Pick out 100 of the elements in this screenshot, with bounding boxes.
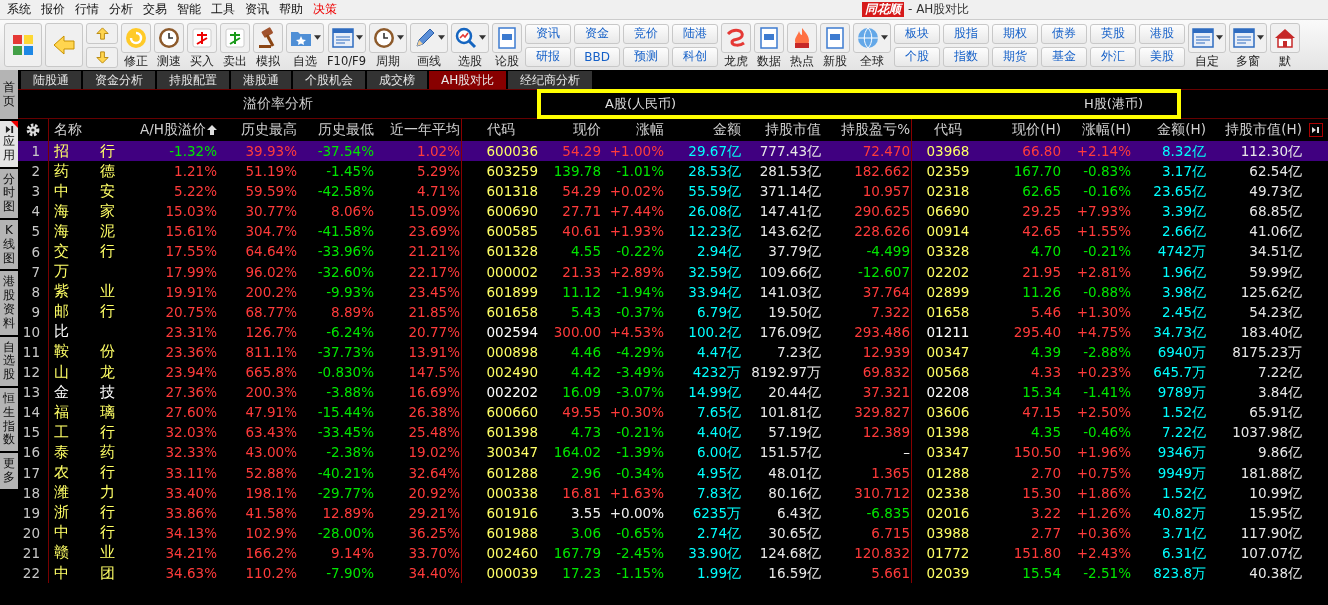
up-arrow-button[interactable] [86, 22, 118, 44]
table-row[interactable]: 14 福 璃 27.60% 47.91% -15.44% 26.38% 600660 49.55 +0.30% 7.65亿 101.81亿 329.827 03606 47.15 +2.50% 1.52亿 65.91亿 [18, 402, 1328, 423]
toolbar-text-button[interactable]: 板块 [894, 23, 941, 44]
table-cell-text: 02899 [925, 282, 971, 302]
toolbar-text-button[interactable]: 债券 [1041, 23, 1088, 44]
toolbar-text-button[interactable]: 基金 [1041, 46, 1088, 67]
row-number: 7 [30, 263, 41, 280]
table-row[interactable]: 20 中 行 34.13% 102.9% -28.00% 36.25% 601988 3.06 -0.65% 2.74亿 30.65亿 6.715 03988 2.77 +0.36% 3.71亿 117.90亿 [18, 522, 1328, 543]
column-header[interactable]: 金额 [665, 119, 742, 141]
table-row[interactable]: 16 泰 药 32.33% 43.00% -2.38% 19.02% 300347 164.02 -1.39% 6.00亿 151.57亿 – 03347 150.50 +1.96% 9346万 9.86亿 [18, 442, 1328, 463]
side-tab[interactable]: K线图 [0, 220, 18, 270]
column-header[interactable]: 现价 [540, 119, 602, 141]
table-cell-text: 00568 [925, 363, 971, 383]
tab[interactable]: 个股机会 [293, 71, 365, 89]
window-icon [330, 25, 355, 50]
toolbar-text-button[interactable]: 科创 [672, 46, 719, 67]
tab[interactable]: 经纪商分析 [508, 71, 593, 89]
table-row[interactable]: 15 工 行 32.03% 63.43% -33.45% 25.48% 601398 4.73 -0.21% 4.40亿 57.19亿 12.389 01398 4.35 -0.46% 7.22亿 1037.98亿 [18, 422, 1328, 443]
column-header[interactable]: 历史最低 [298, 119, 375, 141]
column-header[interactable]: A/H股溢价 [135, 119, 218, 141]
side-tab[interactable]: 自选股 [0, 336, 18, 386]
toolbar-text-button[interactable]: 陆港 [672, 23, 719, 44]
menu-item[interactable]: 决策 [310, 1, 344, 18]
column-header[interactable]: 持股市值(H) [1207, 119, 1303, 141]
toolbar-button[interactable] [4, 23, 42, 67]
table-row[interactable]: 11 鞍 份 23.36% 811.1% -37.73% 13.91% 000898 4.46 -4.29% 4.47亿 7.23亿 12.939 00347 4.39 -2.88% 6940万 8175.23万 [18, 341, 1328, 363]
menu-item[interactable]: 资讯 [242, 1, 276, 18]
toolbar-text-button[interactable]: 预测 [623, 46, 670, 67]
table-row[interactable]: 6 交 行 17.55% 64.64% -33.96% 21.21% 601328 4.55 -0.22% 2.94亿 37.79亿 -4.499 03328 4.70 -0.21% 4742万 34.51亿 [18, 241, 1328, 262]
menu-item[interactable]: 报价 [38, 1, 72, 18]
toolbar-text-button[interactable]: 期货 [992, 46, 1039, 67]
column-header[interactable]: 现价(H) [985, 119, 1062, 141]
toolbar-text-button[interactable]: 外汇 [1090, 46, 1137, 67]
side-tab[interactable]: 分时图 [0, 168, 18, 218]
column-header[interactable]: 代码 [912, 119, 985, 141]
tab[interactable]: AH股对比 [429, 71, 507, 89]
tab[interactable]: 资金分析 [83, 71, 155, 89]
tab[interactable]: 持股配置 [157, 71, 229, 89]
menu-item[interactable]: 系统 [4, 1, 38, 18]
toolbar-text-button[interactable]: 研报 [525, 46, 572, 67]
side-tab[interactable]: 首页 [0, 70, 18, 119]
column-header[interactable]: 持股市值 [742, 119, 822, 141]
table-row[interactable]: 8 紫 业 19.91% 200.2% -9.93% 23.45% 601899 11.12 -1.94% 33.94亿 141.03亿 37.764 02899 11.26 -0.88% 3.98亿 125.62亿 [18, 281, 1328, 302]
table-row[interactable]: 9 邮 行 20.75% 68.77% 8.89% 21.85% 601658 5.43 -0.37% 6.79亿 19.50亿 7.322 01658 5.46 +1.30% 2.45亿 54.23亿 [18, 301, 1328, 322]
column-header[interactable]: 涨幅 [602, 119, 665, 141]
menu-item[interactable]: 工具 [208, 1, 242, 18]
tab[interactable]: 港股通 [231, 71, 291, 89]
table-cell-text: 23.36% [164, 342, 218, 362]
table-cell-text: 200.3% [244, 383, 298, 403]
table-cell: 29.21% [375, 502, 462, 523]
menu-item[interactable]: 交易 [140, 1, 174, 18]
side-tab[interactable]: 恒生指数 [0, 387, 18, 452]
table-row[interactable]: 10 比 23.31% 126.7% -6.24% 20.77% 002594 300.00 +4.53% 100.2亿 176.09亿 293.486 01211 295.40 +4.75% 34.73亿 183.40亿 [18, 321, 1328, 342]
toolbar-text-button[interactable]: BBD [574, 46, 621, 67]
menu-item[interactable]: 分析 [106, 1, 140, 18]
table-row[interactable]: 19 浙 行 33.86% 41.58% 12.89% 29.21% 601916 3.55 +0.00% 6235万 6.43亿 -6.835 02016 3.22 +1.26% 40.82万 15.95亿 [18, 502, 1328, 523]
down-arrow-button[interactable] [86, 46, 118, 68]
toolbar-text-button[interactable]: 资金 [574, 23, 621, 44]
side-tab[interactable]: 港股资料 [0, 271, 18, 335]
table-cell-text: -37.54% [316, 142, 375, 161]
column-header[interactable]: 代码 [462, 119, 540, 141]
group-label: H股(港币) [1084, 95, 1143, 113]
column-header[interactable]: 历史最高 [218, 119, 298, 141]
side-tab[interactable]: 应用 [0, 121, 18, 167]
column-header[interactable]: 涨幅(H) [1062, 119, 1132, 141]
tab[interactable]: 陆股通 [21, 71, 81, 89]
table-cell-text: 9949万 [1156, 463, 1207, 483]
toolbar-text-button[interactable]: 港股 [1139, 23, 1186, 44]
table-row[interactable]: 2 药 德 1.21% 51.19% -1.45% 5.29% 603259 139.78 -1.01% 28.53亿 281.53亿 182.662 02359 167.70 -0.83% 3.17亿 62.54亿 [18, 161, 1328, 182]
table-row[interactable]: 12 山 龙 23.94% 665.8% -0.830% 147.5% 002490 4.42 -3.49% 4232万 8192.97万 69.832 00568 4.33 +0.23% 645.7万 7.22亿 [18, 362, 1328, 383]
toolbar-text-button[interactable]: 资讯 [525, 23, 572, 44]
scroll-right-icon[interactable] [1308, 123, 1323, 137]
column-header[interactable]: 金额(H) [1132, 119, 1207, 141]
table-row[interactable]: 7 万 17.99% 96.02% -32.60% 22.17% 000002 21.33 +2.89% 32.59亿 109.66亿 -12.607 02202 21.95 +2.81% 1.96亿 59.99亿 [18, 261, 1328, 282]
tab[interactable]: 成交榜 [367, 71, 427, 89]
table-row[interactable]: 17 农 行 33.11% 52.88% -40.21% 32.64% 601288 2.96 -0.34% 4.95亿 48.01亿 1.365 01288 2.70 +0.75% 9949万 181.88亿 [18, 462, 1328, 483]
table-cell-text: 823.8万 [1152, 563, 1207, 583]
toolbar-text-button[interactable]: 美股 [1139, 46, 1186, 67]
toolbar-text-button[interactable]: 竞价 [623, 23, 670, 44]
table-row[interactable]: 3 中 安 5.22% 59.59% -42.58% 4.71% 601318 54.29 +0.02% 55.59亿 371.14亿 10.957 02318 62.65 -0.16% 23.65亿 49.73亿 [18, 181, 1328, 202]
toolbar-text-button[interactable]: 期权 [992, 23, 1039, 44]
toolbar-text-button[interactable]: 指数 [943, 46, 990, 67]
table-row[interactable]: 21 赣 业 34.21% 166.2% 9.14% 33.70% 002460 167.79 -2.45% 33.90亿 124.68亿 120.832 01772 151.80 +2.43% 6.31亿 107.07亿 [18, 542, 1328, 563]
side-tab[interactable]: 更多 [0, 453, 18, 489]
table-row[interactable]: 22 中 团 34.63% 110.2% -7.90% 34.40% 000039 17.23 -1.15% 1.99亿 16.59亿 5.661 02039 15.54 -2.51% 823.8万 40.38亿 [18, 562, 1328, 584]
menu-item[interactable]: 帮助 [276, 1, 310, 18]
table-row[interactable]: 18 潍 力 33.40% 198.1% -29.77% 20.92% 000338 16.81 +1.63% 7.83亿 80.16亿 310.712 02338 15.30 +1.86% 1.52亿 10.99亿 [18, 482, 1328, 503]
table-row[interactable]: 1 招 行 -1.32% 39.93% -37.54% 1.02% 600036 54.29 +1.00% 29.67亿 777.43亿 72.470 03968 66.80 +2.14% 8.32亿 112.30亿 [18, 141, 1328, 162]
menu-item[interactable]: 智能 [174, 1, 208, 18]
table-row[interactable]: 13 金 技 27.36% 200.3% -3.88% 16.69% 002202 16.09 -3.07% 14.99亿 20.44亿 37.321 02208 15.34 -1.41% 9789万 3.84亿 [18, 382, 1328, 403]
table-row[interactable]: 5 海 泥 15.61% 304.7% -41.58% 23.69% 600585 40.61 +1.93% 12.23亿 143.62亿 228.626 00914 42.65 +1.55% 2.66亿 41.06亿 [18, 221, 1328, 242]
table-row[interactable]: 4 海 家 15.03% 30.77% 8.06% 15.09% 600690 27.71 +7.44% 26.08亿 147.41亿 290.625 06690 29.25 +7.93% 3.39亿 68.85亿 [18, 201, 1328, 222]
toolbar-text-button[interactable]: 股指 [943, 23, 990, 44]
table-cell-text: 00914 [925, 222, 971, 242]
table-cell-text: 601916 [485, 503, 539, 523]
toolbar-text-button[interactable]: 英股 [1090, 23, 1137, 44]
toolbar-text-button[interactable]: 个股 [894, 46, 941, 67]
settings-icon[interactable] [25, 122, 41, 138]
table-cell-text: +1.63% [608, 483, 665, 503]
menu-item[interactable]: 行情 [72, 1, 106, 18]
